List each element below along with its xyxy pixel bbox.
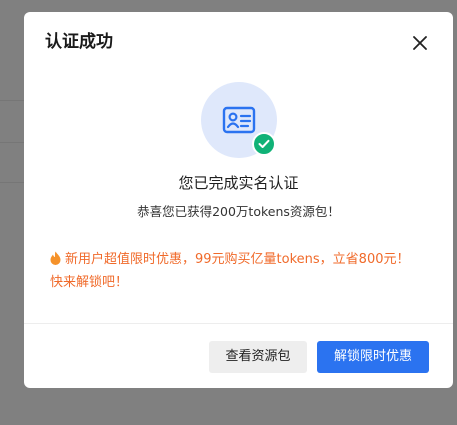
background-divider — [0, 182, 24, 183]
promo-text: 新用户超值限时优惠，99元购买亿量tokens，立省800元！快来解锁吧！ — [50, 252, 410, 290]
dialog-title: 认证成功 — [45, 32, 113, 52]
background-divider — [0, 142, 24, 143]
auth-success-dialog: 认证成功 您已完成实名认证 恭喜您已获得200万tokens资源包！ 新用户超值… — [24, 12, 453, 388]
success-badge — [252, 132, 276, 156]
close-icon — [413, 36, 427, 50]
id-card-icon — [222, 106, 256, 134]
reward-message: 恭喜您已获得200万tokens资源包！ — [137, 204, 340, 219]
background-divider — [0, 100, 24, 101]
footer-divider — [24, 323, 453, 324]
close-button[interactable] — [409, 32, 431, 54]
promo-notice: 新用户超值限时优惠，99元购买亿量tokens，立省800元！快来解锁吧！ — [50, 248, 422, 294]
fire-icon — [50, 251, 61, 265]
check-icon — [258, 139, 270, 148]
unlock-offer-button[interactable]: 解锁限时优惠 — [317, 341, 429, 373]
view-package-button[interactable]: 查看资源包 — [209, 341, 307, 373]
success-message: 您已完成实名认证 — [178, 174, 299, 192]
